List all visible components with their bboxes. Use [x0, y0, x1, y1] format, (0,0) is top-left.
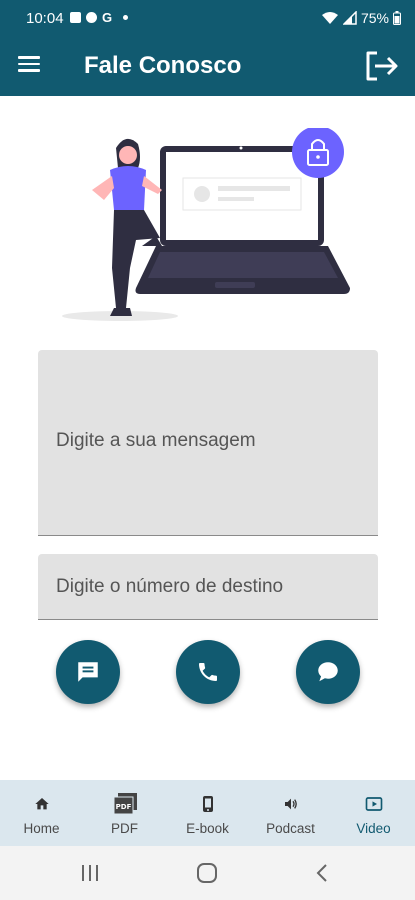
nav-item-pdf[interactable]: PDF PDF	[83, 780, 166, 846]
more-notifications-dot	[123, 15, 129, 20]
speaker-icon	[283, 794, 299, 814]
destination-number-input[interactable]: Digite o número de destino	[38, 554, 378, 620]
google-icon: G	[102, 10, 113, 25]
call-button[interactable]	[176, 640, 240, 704]
battery-icon	[393, 11, 401, 25]
nav-label-ebook: E-book	[186, 821, 229, 836]
bottom-nav: Home PDF PDF E-book Podcast Video	[0, 780, 415, 846]
status-time: 10:04	[26, 10, 64, 27]
menu-icon	[18, 56, 48, 72]
battery-percent: 75%	[360, 10, 389, 26]
nav-item-podcast[interactable]: Podcast	[249, 780, 332, 846]
settings-icon	[86, 12, 97, 23]
nav-label-video: Video	[356, 821, 391, 836]
chat-button[interactable]	[296, 640, 360, 704]
nav-label-home: Home	[23, 821, 60, 836]
logout-button[interactable]	[363, 48, 401, 84]
back-icon	[316, 864, 327, 882]
phone-book-icon	[202, 794, 214, 814]
message-input[interactable]: Digite a sua mensagem	[38, 350, 378, 536]
woman-shirt	[110, 166, 146, 210]
system-nav-bar	[0, 846, 415, 900]
recent-apps-icon	[82, 865, 98, 881]
status-bar: 10:04 G 75%	[0, 0, 415, 38]
back-button[interactable]	[312, 860, 332, 886]
svg-text:PDF: PDF	[115, 803, 131, 811]
sms-icon	[78, 662, 98, 682]
nav-item-video[interactable]: Video	[332, 780, 415, 846]
message-placeholder: Digite a sua mensagem	[56, 430, 256, 451]
nav-item-ebook[interactable]: E-book	[166, 780, 249, 846]
page-title: Fale Conosco	[84, 52, 242, 79]
lock-badge	[292, 128, 344, 178]
phone-icon	[199, 663, 217, 681]
logout-icon	[366, 51, 398, 81]
notification-icons: G	[70, 10, 129, 25]
home-system-button[interactable]	[194, 860, 220, 886]
menu-button[interactable]	[18, 52, 48, 80]
video-icon	[365, 794, 383, 814]
home-circle-icon	[197, 863, 217, 883]
send-sms-button[interactable]	[56, 640, 120, 704]
security-illustration	[62, 128, 350, 321]
nav-label-podcast: Podcast	[266, 821, 315, 836]
app-bar: Fale Conosco	[0, 38, 415, 96]
wifi-icon	[321, 12, 338, 24]
signal-icon	[342, 11, 357, 25]
number-placeholder: Digite o número de destino	[56, 576, 284, 597]
pdf-icon: PDF	[113, 793, 137, 815]
chat-icon	[318, 662, 338, 682]
home-icon	[34, 794, 50, 814]
woman-head	[119, 146, 137, 164]
recent-apps-button[interactable]	[78, 860, 102, 886]
nav-item-home[interactable]: Home	[0, 780, 83, 846]
status-right: 75%	[321, 10, 401, 26]
image-icon	[70, 12, 81, 23]
nav-label-pdf: PDF	[111, 821, 138, 836]
